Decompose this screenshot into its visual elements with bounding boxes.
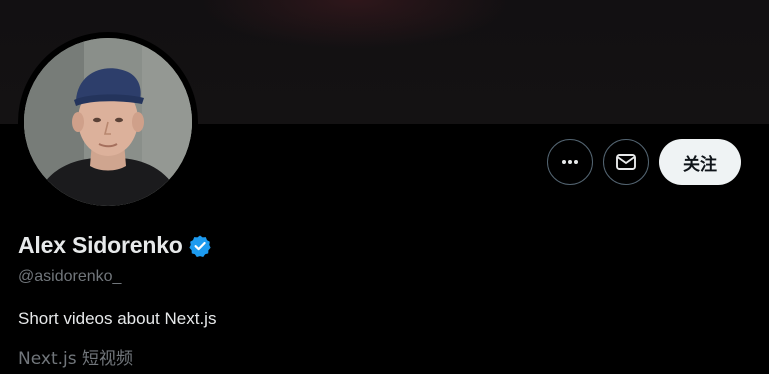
- bio-translation: Next.js 短视频: [18, 349, 133, 369]
- follow-button[interactable]: 关注: [659, 139, 741, 185]
- message-button[interactable]: [603, 139, 649, 185]
- bio: Short videos about Next.js: [18, 309, 217, 328]
- handle: @asidorenko_: [18, 268, 122, 285]
- more-horizontal-icon: [562, 160, 578, 164]
- display-name: Alex Sidorenko: [18, 232, 183, 258]
- more-button[interactable]: [547, 139, 593, 185]
- verified-badge-icon[interactable]: [188, 234, 212, 258]
- name-row: Alex Sidorenko: [18, 232, 212, 259]
- avatar-photo: [24, 38, 192, 206]
- avatar[interactable]: [24, 38, 192, 206]
- envelope-icon: [616, 154, 636, 170]
